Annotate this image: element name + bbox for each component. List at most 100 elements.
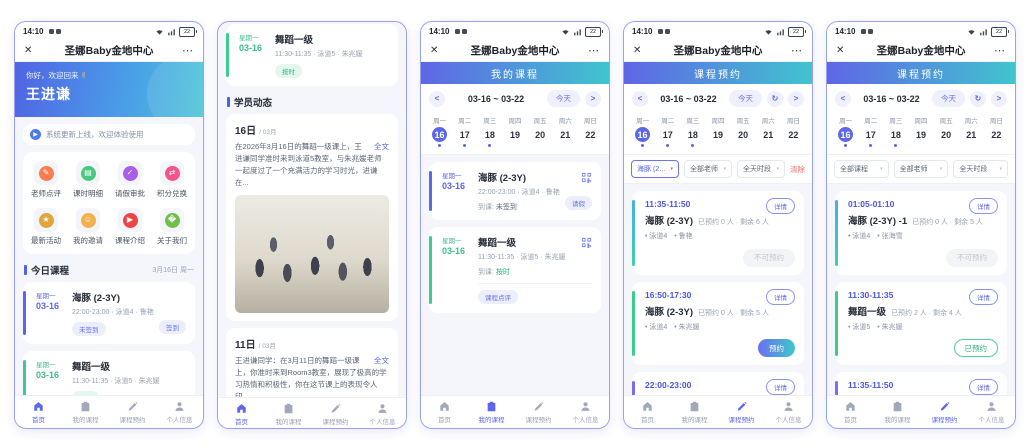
weekday-sun[interactable]: 周日22 [984,115,1009,147]
tab-my-courses[interactable]: 我的课程 [874,396,921,428]
app-title: 圣娜Baby金地中心 [421,43,609,58]
refresh-button[interactable]: ↻ [970,91,986,107]
more-menu-icon[interactable]: ⋯ [588,44,600,57]
menu-item-leave-approval[interactable]: ✓请假审批 [109,161,151,199]
filter-teacher[interactable]: 全部老师▾ [894,160,949,178]
detail-button[interactable]: 详情 [766,289,795,305]
tab-my-courses[interactable]: 我的课程 [62,396,109,428]
menu-item-hours-detail[interactable]: ▤课时明细 [67,161,109,199]
check-in-button[interactable]: 签到 [159,320,186,334]
filter-teacher[interactable]: 全部老师▾ [684,160,732,178]
detail-button[interactable]: 详情 [766,198,795,214]
weekday-sun[interactable]: 周日22 [781,115,806,147]
detail-button[interactable]: 详情 [969,198,998,214]
tab-my-courses[interactable]: 我的课程 [671,396,718,428]
read-more-link[interactable]: 全文 [374,355,389,367]
weekday-sun[interactable]: 周日22 [578,115,603,147]
weekday-fri[interactable]: 周五20 [528,115,553,147]
today-button[interactable]: 今天 [547,90,580,107]
weekday-tue[interactable]: 周二17 [858,115,883,147]
weekday-thu[interactable]: 周四19 [502,115,527,147]
weekday-wed[interactable]: 周三18 [883,115,908,147]
weekday-thu[interactable]: 周四19 [705,115,730,147]
refresh-button[interactable]: ↻ [767,91,783,107]
notice-banner[interactable]: ▶ 系统更新上线，欢迎体验使用 [23,124,195,145]
course-card[interactable]: 星期一03-16 舞蹈一级 11:30-11:35 · 泳道5 · 朱兆媛 到课… [429,227,601,313]
tab-home[interactable]: 首页 [421,396,468,428]
weekday-tue[interactable]: 周二17 [655,115,680,147]
tab-home[interactable]: 首页 [218,398,265,429]
today-class-card[interactable]: 星期一03-16 舞蹈一级 11:30-11:35 · 泳道5 · 朱兆媛 按时 [226,24,398,86]
moment-card[interactable]: 16日/ 03月 全文在2026年3月16日的舞蹈一级课上，王进谦同学准时来到泳… [226,114,398,321]
detail-button[interactable]: 详情 [969,379,998,395]
weekday-sat[interactable]: 周六21 [756,115,781,147]
qr-code-icon[interactable] [581,170,592,188]
menu-item-course-intro[interactable]: ▶课程介绍 [109,208,151,246]
weekday-wed[interactable]: 周三18 [680,115,705,147]
weekday-sat[interactable]: 周六21 [959,115,984,147]
weekday-fri[interactable]: 周五20 [731,115,756,147]
filter-timeslot[interactable]: 全天时段▾ [953,160,1008,178]
weekday-mon[interactable]: 周一16 [630,115,655,147]
tab-profile[interactable]: 个人信息 [968,396,1015,428]
booked-button[interactable]: 已预约 [954,339,999,357]
tab-home[interactable]: 首页 [15,396,62,428]
read-more-link[interactable]: 全文 [374,141,389,153]
menu-item-about-us[interactable]: �关于我们 [151,208,193,246]
filter-course[interactable]: 全部课程▾ [834,160,889,178]
weekday-sat[interactable]: 周六21 [553,115,578,147]
next-week-button[interactable]: > [788,91,804,107]
tab-profile[interactable]: 个人信息 [562,396,609,428]
filter-course[interactable]: 海豚 (2-3Y)▾ [631,160,679,178]
tab-home[interactable]: 首页 [827,396,874,428]
moment-photo-large[interactable] [235,195,389,313]
menu-item-teacher-review[interactable]: ✎老师点评 [25,161,67,199]
detail-button[interactable]: 详情 [766,379,795,395]
menu-item-latest-activity[interactable]: ★最新活动 [25,208,67,246]
qr-code-icon[interactable] [581,235,592,253]
weekday-fri[interactable]: 周五20 [934,115,959,147]
next-week-button[interactable]: > [991,91,1007,107]
course-review-button[interactable]: 课程点评 [478,290,518,304]
more-menu-icon[interactable]: ⋯ [182,44,194,57]
menu-item-my-invites[interactable]: ☺我的邀请 [67,208,109,246]
tab-booking[interactable]: 课程预约 [515,396,562,428]
weekday-wed[interactable]: 周三18 [477,115,502,147]
more-menu-icon[interactable]: ⋯ [994,44,1006,57]
course-card[interactable]: 星期一03-16 海豚 (2-3Y) 22:00-23:00 · 泳道4 · 鲁… [429,162,601,220]
prev-week-button[interactable]: < [632,91,648,107]
more-menu-icon[interactable]: ⋯ [791,44,803,57]
weekday-tue[interactable]: 周二17 [452,115,477,147]
book-button[interactable]: 预约 [758,339,795,357]
booking-card[interactable]: 11:30-11:35 详情 舞蹈一级已预约 2 人 · 剩余 4 人 • 泳道… [835,282,1007,366]
tab-home[interactable]: 首页 [624,396,671,428]
tab-my-courses[interactable]: 我的课程 [265,398,312,429]
booking-card[interactable]: 01:05-01:10 详情 海豚 (2-3Y) -1已预约 0 人 · 剩余 … [835,191,1007,275]
status-bar: 14:10 22 [15,22,203,39]
tab-my-courses[interactable]: 我的课程 [468,396,515,428]
tab-booking[interactable]: 课程预约 [312,398,359,429]
tab-booking[interactable]: 课程预约 [109,396,156,428]
tab-profile[interactable]: 个人信息 [765,396,812,428]
tab-booking[interactable]: 课程预约 [718,396,765,428]
weekday-mon[interactable]: 周一16 [427,115,452,147]
today-button[interactable]: 今天 [932,90,965,107]
tab-profile[interactable]: 个人信息 [156,396,203,428]
clear-filters-button[interactable]: 清除 [790,164,805,175]
today-button[interactable]: 今天 [729,90,762,107]
tab-profile[interactable]: 个人信息 [359,398,406,429]
menu-item-points-exchange[interactable]: ⇄积分兑换 [151,161,193,199]
detail-button[interactable]: 详情 [969,289,998,305]
booking-card[interactable]: 16:50-17:30 详情 海豚 (2-3Y)已预约 0 人 · 剩余 5 人… [632,282,804,366]
prev-week-button[interactable]: < [429,91,445,107]
weekday-thu[interactable]: 周四19 [908,115,933,147]
today-class-card[interactable]: 星期一03-16 海豚 (2-3Y) 22:00-23:00 · 泳道4 · 鲁… [23,282,195,344]
next-week-button[interactable]: > [585,91,601,107]
prev-week-button[interactable]: < [835,91,851,107]
leave-request-button[interactable]: 请假 [565,196,592,210]
weekday-mon[interactable]: 周一16 [833,115,858,147]
booking-card[interactable]: 11:35-11:50 详情 海豚 (2-3Y)已预约 0 人 · 剩余 6 人… [632,191,804,275]
filter-timeslot[interactable]: 全天时段▾ [737,160,785,178]
tab-booking[interactable]: 课程预约 [921,396,968,428]
slot-capacity: 已预约 2 人 · 剩余 4 人 [891,308,962,318]
